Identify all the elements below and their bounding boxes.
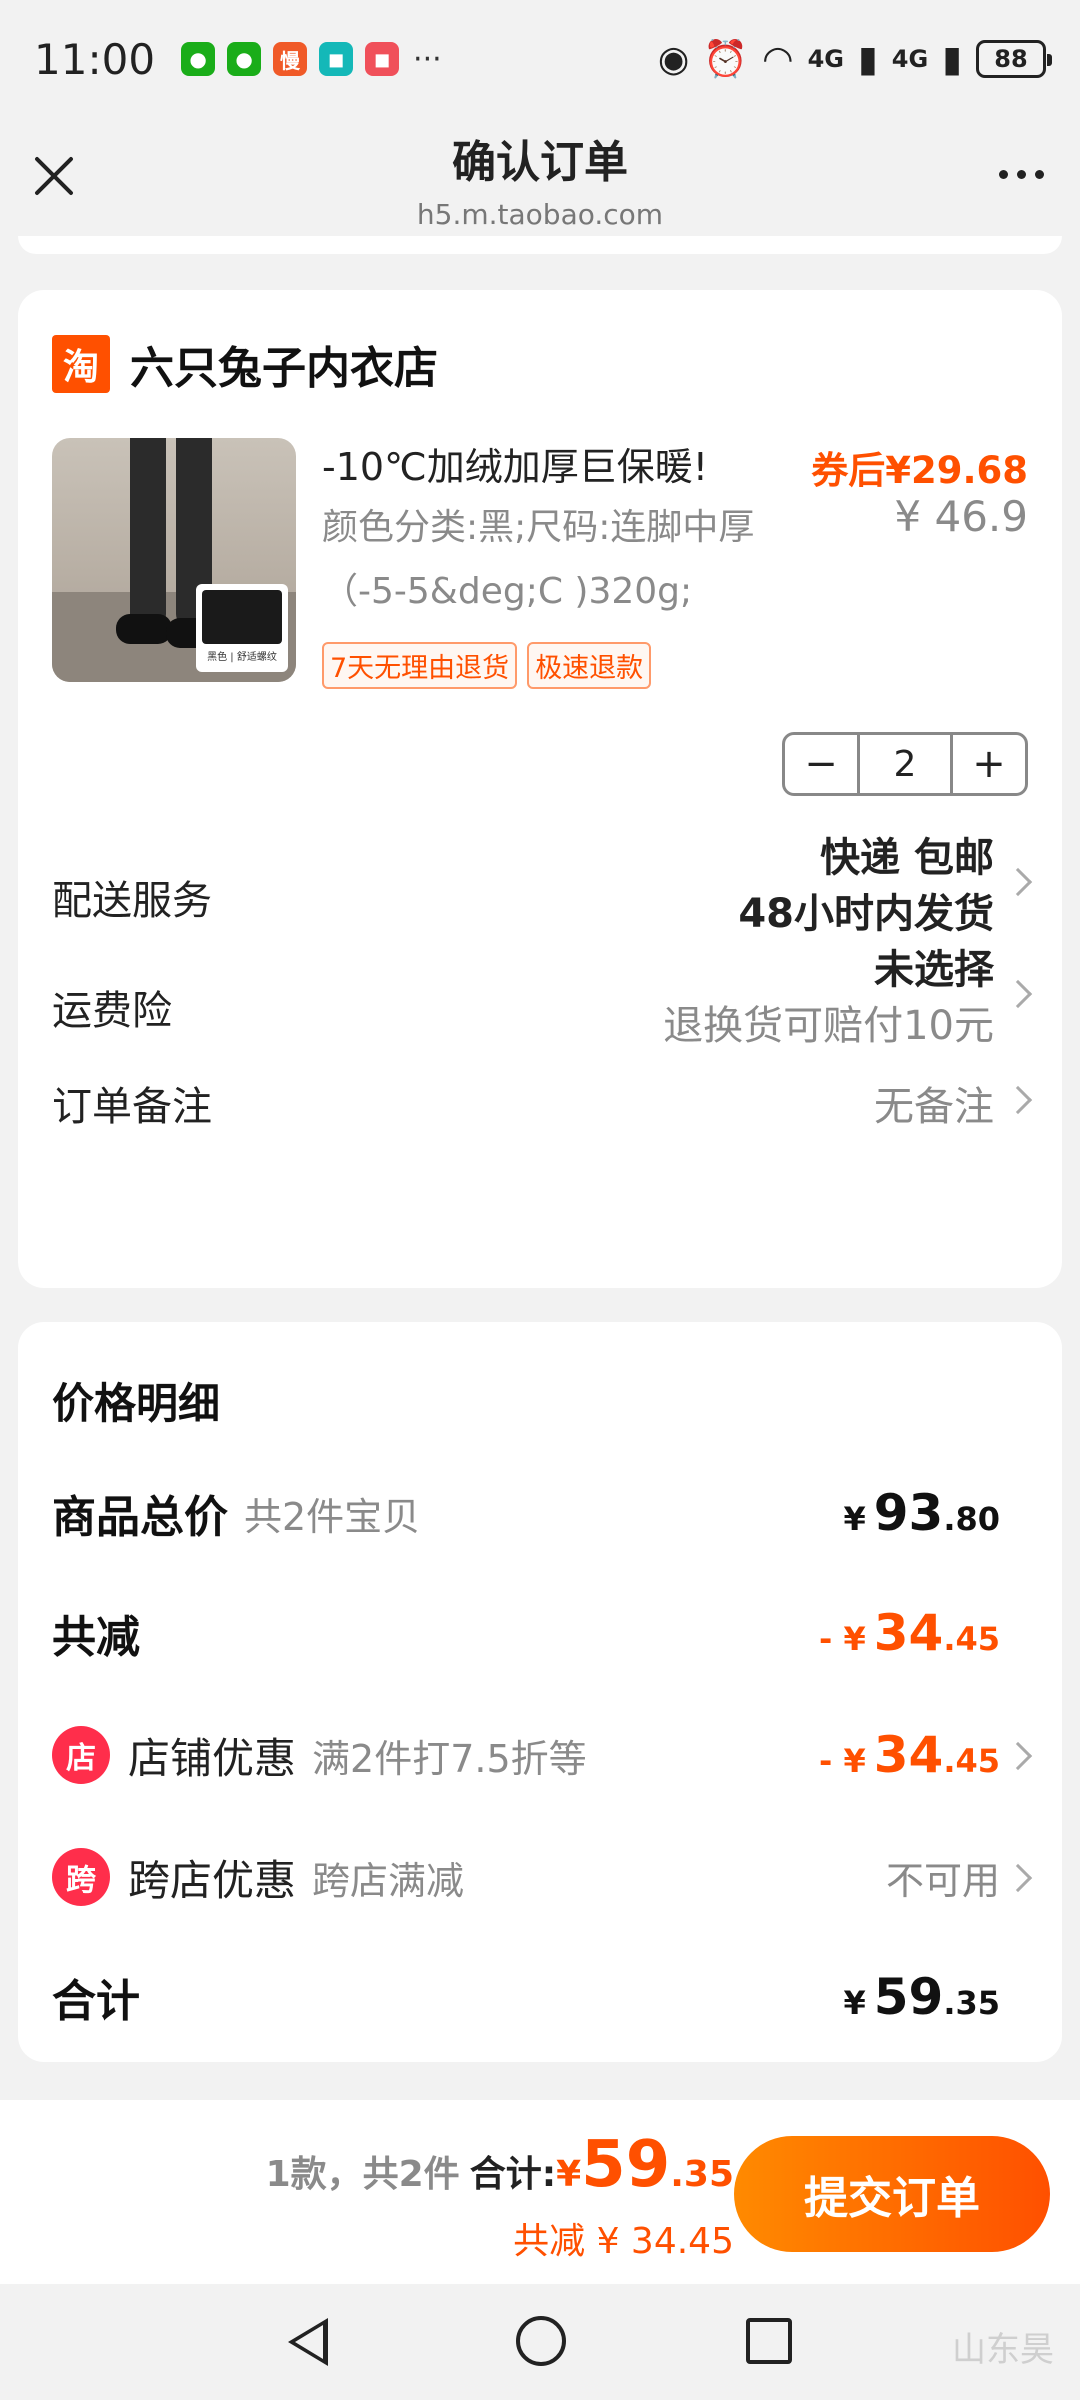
shop-name: 六只兔子内衣店 — [130, 343, 438, 394]
note-value-wrap: 无备注 — [874, 1074, 994, 1132]
total-int: 59 — [581, 2128, 671, 2202]
signal-bars-icon: ▮ — [857, 38, 878, 80]
service-tags: 7天无理由退货 极速退款 — [322, 642, 652, 689]
more-notifications-icon: ··· — [413, 41, 442, 77]
wechat-icon: ● — [181, 42, 216, 76]
chevron-right-icon — [1003, 979, 1033, 1009]
status-time: 11:00 — [34, 34, 156, 84]
quantity-stepper: − 2 + — [782, 732, 1028, 796]
chevron-right-icon — [1003, 1741, 1033, 1771]
page-url: h5.m.taobao.com — [416, 198, 664, 231]
recent-apps-icon[interactable] — [746, 2318, 792, 2364]
status-right: ◉ ⏰ ◠ 4G ▮ 4G ▮ 88 — [657, 38, 1052, 80]
chevron-right-icon — [1003, 1863, 1033, 1893]
goods-total-row: 商品总价 共2件宝贝 ¥93.80 — [52, 1478, 1000, 1548]
order-summary: 1款，共2件 合计: ¥ 59 .35 — [266, 2128, 734, 2202]
price-detail-title: 价格明细 — [52, 1379, 221, 1428]
price-original: ¥ 46.9 — [894, 492, 1028, 541]
signal-bars-icon: ▮ — [942, 38, 962, 80]
shop-discount-label: 店铺优惠 — [128, 1733, 297, 1783]
chevron-right-icon — [1003, 1085, 1033, 1115]
item-count: 1款，共2件 — [265, 2154, 460, 2195]
sum-amount: ¥59.35 — [843, 1968, 1000, 2026]
shop-discount-icon: 店 — [52, 1726, 110, 1784]
total-discount-amount: - ¥34.45 — [819, 1604, 1000, 1662]
quantity-value[interactable]: 2 — [857, 735, 953, 793]
shop-discount-amount: - ¥34.45 — [819, 1726, 1000, 1784]
wifi-icon: ◠ — [762, 38, 794, 80]
increase-button[interactable]: + — [953, 735, 1025, 793]
price-detail-card: 价格明细 商品总价 共2件宝贝 ¥93.80 共减 - ¥34.45 店 店铺优… — [18, 1322, 1062, 2062]
order-card: 淘 六只兔子内衣店 黑色 | 舒适螺纹 -10℃加绒加厚巨保暖! 颜色分类:黑;… — [18, 290, 1062, 1288]
delivery-method: 快递 包邮 — [820, 835, 994, 881]
total-currency: ¥ — [556, 2154, 582, 2195]
insurance-status: 未选择 — [874, 947, 994, 993]
more-options-icon[interactable] — [999, 170, 1044, 179]
product-sku[interactable]: 颜色分类:黑;尺码:连脚中厚（-5-5&deg;C )320g; — [322, 496, 822, 624]
battery-icon: 88 — [976, 40, 1052, 78]
shop-discount-desc: 满2件打7.5折等 — [312, 1736, 587, 1781]
note-value: 无备注 — [874, 1084, 994, 1130]
chevron-right-icon — [1003, 867, 1033, 897]
cross-shop-icon: 跨 — [52, 1848, 110, 1906]
price-after-coupon: 券后¥29.68 — [811, 449, 1028, 492]
signal-icon: 4G — [807, 45, 844, 73]
product-image-caption: 黑色 | 舒适螺纹 — [207, 652, 277, 663]
cross-shop-status: 不可用 — [885, 1858, 1000, 1903]
mi-app-icon: ◼ — [319, 42, 354, 76]
submit-order-button[interactable]: 提交订单 — [734, 2136, 1050, 2252]
signal-icon: 4G — [891, 45, 929, 73]
sum-row: 合计 ¥59.35 — [52, 1962, 1000, 2032]
shop-discount-row[interactable]: 店 店铺优惠 满2件打7.5折等 - ¥34.45 — [52, 1720, 1000, 1790]
system-nav-bar: 山东昊 — [0, 2284, 1080, 2400]
man-app-icon: 慢 — [273, 42, 308, 76]
delivery-value: 快递 包邮 48小时内发货 — [738, 830, 994, 942]
wechat-icon: ● — [227, 42, 262, 76]
tag-free-return: 7天无理由退货 — [322, 642, 518, 689]
product-title[interactable]: -10℃加绒加厚巨保暖! — [322, 436, 708, 491]
cross-shop-row[interactable]: 跨 跨店优惠 跨店满减 不可用 — [52, 1842, 1000, 1912]
total-discount-label: 共减 — [52, 1612, 140, 1663]
insurance-value: 未选择 退换货可赔付10元 — [663, 942, 994, 1054]
insurance-desc: 退换货可赔付10元 — [663, 1003, 994, 1049]
submit-bar: 1款，共2件 合计: ¥ 59 .35 共减 ¥ 34.45 提交订单 — [0, 2100, 1080, 2284]
watermark: 山东昊 — [952, 2330, 1054, 2370]
cross-shop-label: 跨店优惠 — [128, 1855, 297, 1905]
total-discount-row: 共减 - ¥34.45 — [52, 1598, 1000, 1668]
total-label: 合计: — [469, 2154, 557, 2195]
total-dec: .35 — [670, 2154, 734, 2195]
shop-header[interactable]: 淘 六只兔子内衣店 — [52, 332, 438, 396]
page-title: 确认订单 — [452, 137, 628, 188]
tag-fast-refund: 极速退款 — [527, 642, 652, 689]
total-discount-summary: 共减 ¥ 34.45 — [513, 2221, 734, 2262]
huawei-app-icon: ◼ — [365, 42, 400, 76]
eye-icon: ◉ — [657, 38, 690, 80]
note-label: 订单备注 — [52, 1084, 212, 1130]
goods-total-label: 商品总价 — [52, 1492, 228, 1543]
insurance-label: 运费险 — [52, 988, 172, 1034]
delivery-time: 48小时内发货 — [738, 891, 994, 937]
taobao-logo-icon: 淘 — [52, 335, 110, 393]
status-bar: 11:00 ● ● 慢 ◼ ◼ ··· ◉ ⏰ ◠ 4G ▮ 4G ▮ 88 — [0, 0, 1080, 118]
home-icon[interactable] — [516, 2316, 566, 2366]
decrease-button[interactable]: − — [785, 735, 857, 793]
product-image[interactable]: 黑色 | 舒适螺纹 — [52, 438, 296, 682]
goods-total-count: 共2件宝贝 — [244, 1494, 421, 1539]
delivery-label: 配送服务 — [52, 878, 212, 924]
nav-bar: 确认订单 h5.m.taobao.com — [0, 118, 1080, 236]
cross-shop-desc: 跨店满减 — [312, 1858, 465, 1903]
nav-title-group: 确认订单 h5.m.taobao.com — [0, 126, 1080, 231]
back-icon[interactable] — [288, 2318, 328, 2366]
alarm-icon: ⏰ — [703, 39, 749, 80]
previous-card-edge — [18, 236, 1062, 254]
goods-total-amount: ¥93.80 — [843, 1484, 1000, 1542]
sum-label: 合计 — [52, 1976, 140, 2027]
